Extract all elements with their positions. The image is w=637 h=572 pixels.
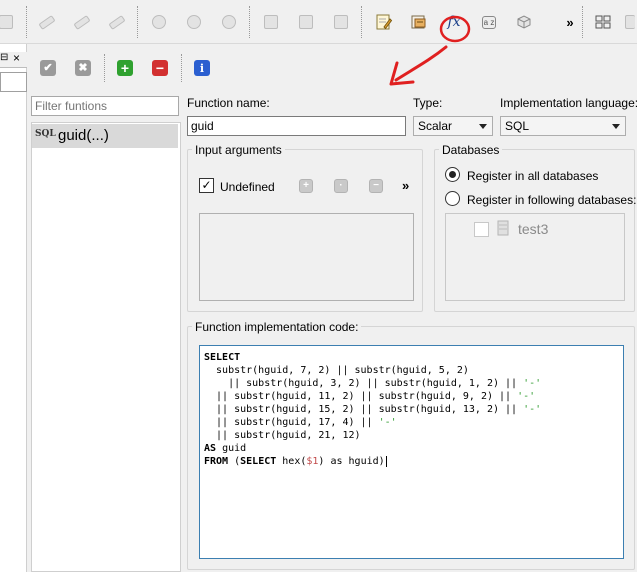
code-line: SELECT <box>204 352 241 363</box>
action-separator <box>181 54 182 82</box>
function-list-item[interactable]: SQL guid(...) <box>32 124 178 148</box>
functions-editor-icon[interactable]: fx <box>442 10 466 34</box>
index-icon[interactable] <box>259 10 283 34</box>
type-select[interactable]: Scalar <box>413 116 493 136</box>
window-grid-icon[interactable] <box>591 10 615 34</box>
edit-argument-button[interactable]: · <box>334 179 348 193</box>
toolbar-separator <box>582 6 583 38</box>
edit-link-icon[interactable] <box>70 10 94 34</box>
undefined-label: Undefined <box>220 180 275 194</box>
type-label: Type: <box>413 96 443 110</box>
code-line: || substr(hguid, 3, 2) || substr(hguid, … <box>204 378 542 389</box>
code-line: || substr(hguid, 17, 4) || '-' <box>204 417 397 428</box>
functions-list <box>31 122 181 572</box>
panel-pin-icon[interactable]: ⊟ <box>0 52 8 63</box>
implementation-language-label: Implementation language: <box>500 96 637 110</box>
database-filter-input[interactable] <box>0 72 27 92</box>
register-all-label: Register in all databases <box>467 169 599 183</box>
code-line: substr(hguid, 7, 2) || substr(hguid, 5, … <box>204 365 469 376</box>
function-item-label: guid(...) <box>58 127 109 144</box>
database-panel-header: ⊟ × <box>0 51 27 68</box>
gear-edit-icon[interactable] <box>182 10 206 34</box>
implementation-language-select[interactable]: SQL <box>500 116 626 136</box>
gear-delete-icon[interactable] <box>217 10 241 34</box>
delete-function-button[interactable]: − <box>152 60 168 76</box>
arguments-overflow-button[interactable]: » <box>402 178 409 193</box>
database-item-label: test3 <box>518 221 549 237</box>
databases-list: test3 <box>445 213 625 301</box>
function-icon-text: fx <box>447 14 461 30</box>
action-separator <box>104 54 105 82</box>
table-icon[interactable] <box>0 10 18 34</box>
top-toolbar: fx a z » <box>0 0 637 44</box>
implementation-code-editor[interactable]: SELECT substr(hguid, 7, 2) || substr(hgu… <box>199 345 624 559</box>
code-line: FROM (SELECT hex($1) as hguid) <box>204 456 385 467</box>
index-delete-icon[interactable] <box>329 10 353 34</box>
code-line: || substr(hguid, 15, 2) || substr(hguid,… <box>204 404 542 415</box>
code-line: || substr(hguid, 21, 12) <box>204 430 361 441</box>
arguments-list[interactable] <box>199 213 414 301</box>
sql-badge-icon: SQL <box>35 129 56 139</box>
chevron-down-icon <box>612 124 620 129</box>
database-checkbox <box>474 222 489 237</box>
toolbar-separator <box>249 6 250 38</box>
implementation-code-title: Function implementation code: <box>192 320 362 334</box>
window-cascade-icon[interactable] <box>622 10 637 34</box>
register-following-radio[interactable] <box>445 191 460 206</box>
undefined-checkbox[interactable]: ✓ <box>199 178 214 193</box>
extensions-icon[interactable] <box>512 10 536 34</box>
sql-editor-icon[interactable] <box>372 10 396 34</box>
register-all-radio[interactable] <box>445 167 460 182</box>
gear-icon[interactable] <box>147 10 171 34</box>
type-value: Scalar <box>418 119 453 133</box>
toolbar-overflow-button[interactable]: » <box>558 10 582 34</box>
input-arguments-title: Input arguments <box>192 143 285 157</box>
commit-button[interactable]: ✔ <box>40 60 56 76</box>
database-panel <box>0 44 27 572</box>
toolbar-separator <box>361 6 362 38</box>
sort-icon-text: a z <box>481 15 497 29</box>
info-button[interactable]: i <box>194 60 210 76</box>
link-icon[interactable] <box>35 10 59 34</box>
history-icon[interactable] <box>407 10 431 34</box>
code-line: || substr(hguid, 11, 2) || substr(hguid,… <box>204 391 536 402</box>
add-function-button[interactable]: + <box>117 60 133 76</box>
filter-functions-input[interactable] <box>31 96 179 116</box>
function-name-input[interactable] <box>187 116 406 136</box>
register-following-label: Register in following databases: <box>467 193 637 207</box>
function-name-label: Function name: <box>187 96 270 110</box>
toolbar-separator <box>137 6 138 38</box>
databases-title: Databases <box>439 143 503 157</box>
text-cursor <box>385 456 387 467</box>
annotation-arrowhead <box>389 61 415 86</box>
rollback-button[interactable]: ✖ <box>75 60 91 76</box>
collations-icon[interactable]: a z <box>477 10 501 34</box>
remove-argument-button[interactable]: − <box>369 179 383 193</box>
implementation-language-value: SQL <box>505 119 530 133</box>
panel-close-icon[interactable]: × <box>13 51 20 65</box>
chevron-down-icon <box>479 124 487 129</box>
remove-link-icon[interactable] <box>105 10 129 34</box>
toolbar-separator <box>26 6 27 38</box>
add-argument-button[interactable]: + <box>299 179 313 193</box>
code-line: AS guid <box>204 443 247 454</box>
index-edit-icon[interactable] <box>294 10 318 34</box>
annotation-arrow <box>394 45 448 82</box>
database-icon <box>497 220 509 236</box>
